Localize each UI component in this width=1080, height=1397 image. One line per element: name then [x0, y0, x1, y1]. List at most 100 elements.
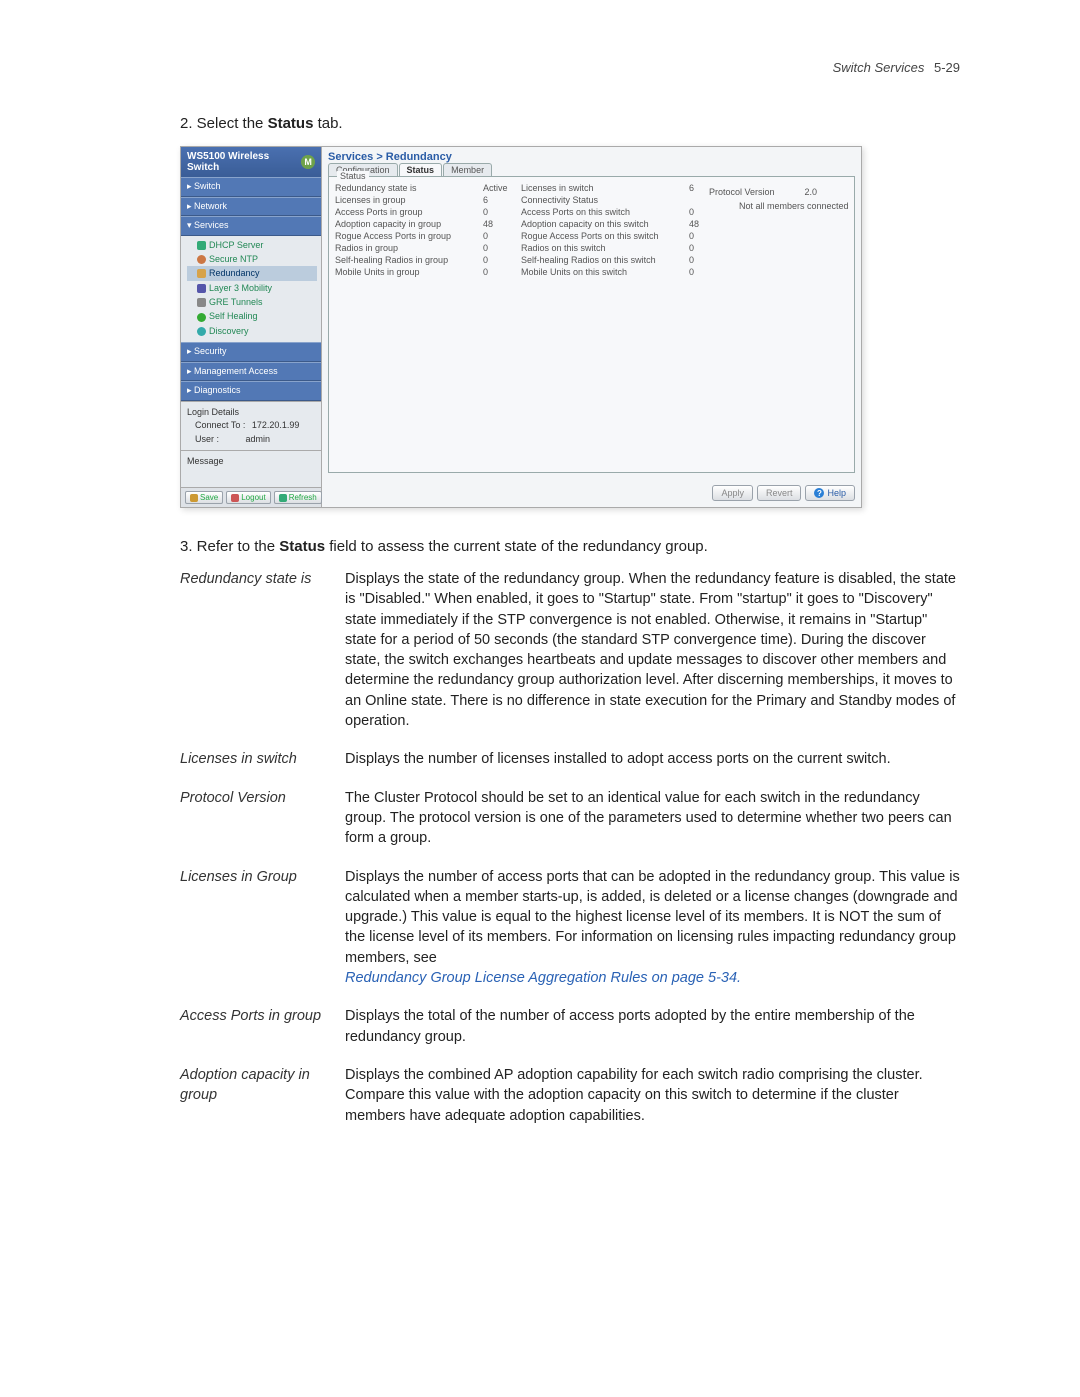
- status-grid: Redundancy state is Active Licenses in swi…: [335, 183, 848, 277]
- panel-title: Status: [337, 171, 369, 181]
- logout-button[interactable]: Logout: [226, 491, 270, 504]
- definition-description: The Cluster Protocol should be set to an…: [345, 788, 960, 849]
- page-header: Switch Services 5-29: [180, 60, 960, 75]
- motorola-logo-icon: M: [301, 155, 315, 169]
- tree-dhcp[interactable]: DHCP Server: [187, 238, 317, 252]
- definition-term: Adoption capacity in group: [180, 1065, 345, 1126]
- status-value: 48: [483, 219, 513, 229]
- status-panel: Status Redundancy state isActiveLicenses…: [328, 176, 855, 473]
- nav-security[interactable]: ▸ Security: [181, 342, 321, 362]
- app-screenshot: WS5100 Wireless Switch M ▸ Switch ▸ Netw…: [180, 146, 862, 508]
- section-name: Switch Services: [833, 60, 925, 75]
- status-label: Licenses in group: [335, 195, 475, 205]
- server-icon: [197, 241, 206, 250]
- page-number: 5-29: [934, 60, 960, 75]
- status-value: 0: [689, 231, 789, 241]
- clock-icon: [197, 255, 206, 264]
- tree-discovery[interactable]: Discovery: [187, 324, 317, 338]
- status-label: Access Ports on this switch: [521, 207, 681, 217]
- login-title: Login Details: [187, 406, 315, 420]
- status-value: 0: [483, 243, 513, 253]
- tunnel-icon: [197, 298, 206, 307]
- login-details: Login Details Connect To : 172.20.1.99 U…: [181, 401, 321, 451]
- definition-row: Protocol VersionThe Cluster Protocol sho…: [180, 788, 960, 849]
- status-value: 0: [483, 207, 513, 217]
- refresh-icon: [279, 494, 287, 502]
- apply-button[interactable]: Apply: [712, 485, 753, 501]
- step-3: 3. Refer to the Status field to assess t…: [180, 538, 960, 555]
- status-value: 2.0: [805, 187, 818, 197]
- nav-management[interactable]: ▸ Management Access: [181, 362, 321, 382]
- status-label: Self-healing Radios on this switch: [521, 255, 681, 265]
- nav-tree: DHCP Server Secure NTP Redundancy Layer …: [181, 236, 321, 343]
- status-label: Mobile Units on this switch: [521, 267, 681, 277]
- status-label: Rogue Access Ports on this switch: [521, 231, 681, 241]
- status-value: 0: [483, 255, 513, 265]
- status-label: Connectivity Status: [521, 195, 681, 205]
- status-value: Active: [483, 183, 513, 193]
- definition-description: Displays the combined AP adoption capabi…: [345, 1065, 960, 1126]
- save-button[interactable]: Save: [185, 491, 223, 504]
- definition-term: Protocol Version: [180, 788, 345, 849]
- status-label: Adoption capacity on this switch: [521, 219, 681, 229]
- status-value: 0: [689, 255, 789, 265]
- redundancy-icon: [197, 269, 206, 278]
- definition-description: Displays the total of the number of acce…: [345, 1006, 960, 1047]
- status-value: 6: [483, 195, 513, 205]
- discovery-icon: [197, 327, 206, 336]
- product-title: WS5100 Wireless Switch: [187, 151, 301, 173]
- tree-l3mobility[interactable]: Layer 3 Mobility: [187, 281, 317, 295]
- nav-network[interactable]: ▸ Network: [181, 197, 321, 217]
- definition-term: Access Ports in group: [180, 1006, 345, 1047]
- definition-description: Displays the number of licenses installe…: [345, 749, 960, 769]
- definition-row: Redundancy state isDisplays the state of…: [180, 569, 960, 731]
- logout-icon: [231, 494, 239, 502]
- step-2: 2. Select the Status tab.: [180, 115, 960, 132]
- refresh-button[interactable]: Refresh: [274, 491, 322, 504]
- status-label: Rogue Access Ports in group: [335, 231, 475, 241]
- definition-row: Licenses in GroupDisplays the number of …: [180, 867, 960, 989]
- definition-list: Redundancy state isDisplays the state of…: [180, 569, 960, 1126]
- nav-switch[interactable]: ▸ Switch: [181, 177, 321, 197]
- revert-button[interactable]: Revert: [757, 485, 802, 501]
- definition-term: Licenses in switch: [180, 749, 345, 769]
- tab-member[interactable]: Member: [443, 163, 492, 176]
- status-label: Self-healing Radios in group: [335, 255, 475, 265]
- status-label: Adoption capacity in group: [335, 219, 475, 229]
- status-label: Licenses in switch: [521, 183, 681, 193]
- tree-ntp[interactable]: Secure NTP: [187, 252, 317, 266]
- status-label: Redundancy state is: [335, 183, 475, 193]
- status-value: 0: [689, 267, 789, 277]
- content-area: Services > Redundancy Configuration Stat…: [322, 147, 861, 507]
- definition-term: Licenses in Group: [180, 867, 345, 989]
- status-label: Access Ports in group: [335, 207, 475, 217]
- status-value: 0: [689, 243, 789, 253]
- tab-status[interactable]: Status: [399, 163, 443, 176]
- status-label: Radios on this switch: [521, 243, 681, 253]
- action-bar: Apply Revert ?Help: [322, 479, 861, 507]
- message-box: Message: [181, 450, 321, 487]
- status-value: 0: [483, 267, 513, 277]
- tree-redundancy[interactable]: Redundancy: [187, 266, 317, 280]
- definition-term: Redundancy state is: [180, 569, 345, 731]
- save-icon: [190, 494, 198, 502]
- nav-diagnostics[interactable]: ▸ Diagnostics: [181, 381, 321, 401]
- status-value: 0: [483, 231, 513, 241]
- tree-selfheal[interactable]: Self Healing: [187, 309, 317, 323]
- status-label: Mobile Units in group: [335, 267, 475, 277]
- mobility-icon: [197, 284, 206, 293]
- tab-bar: Configuration Status Member: [322, 163, 861, 176]
- help-icon: ?: [814, 488, 824, 498]
- help-button[interactable]: ?Help: [805, 485, 855, 501]
- cross-reference-link[interactable]: Redundancy Group License Aggregation Rul…: [345, 970, 741, 986]
- definition-row: Licenses in switchDisplays the number of…: [180, 749, 960, 769]
- heal-icon: [197, 313, 206, 322]
- tree-gre[interactable]: GRE Tunnels: [187, 295, 317, 309]
- nav-services[interactable]: ▾ Services: [181, 216, 321, 236]
- status-label: Protocol Version: [709, 187, 775, 197]
- product-title-bar: WS5100 Wireless Switch M: [181, 147, 321, 177]
- status-value: Not all members connected: [739, 201, 849, 211]
- status-value: 48: [689, 219, 789, 229]
- definition-description: Displays the number of access ports that…: [345, 867, 960, 989]
- breadcrumb: Services > Redundancy: [322, 147, 861, 163]
